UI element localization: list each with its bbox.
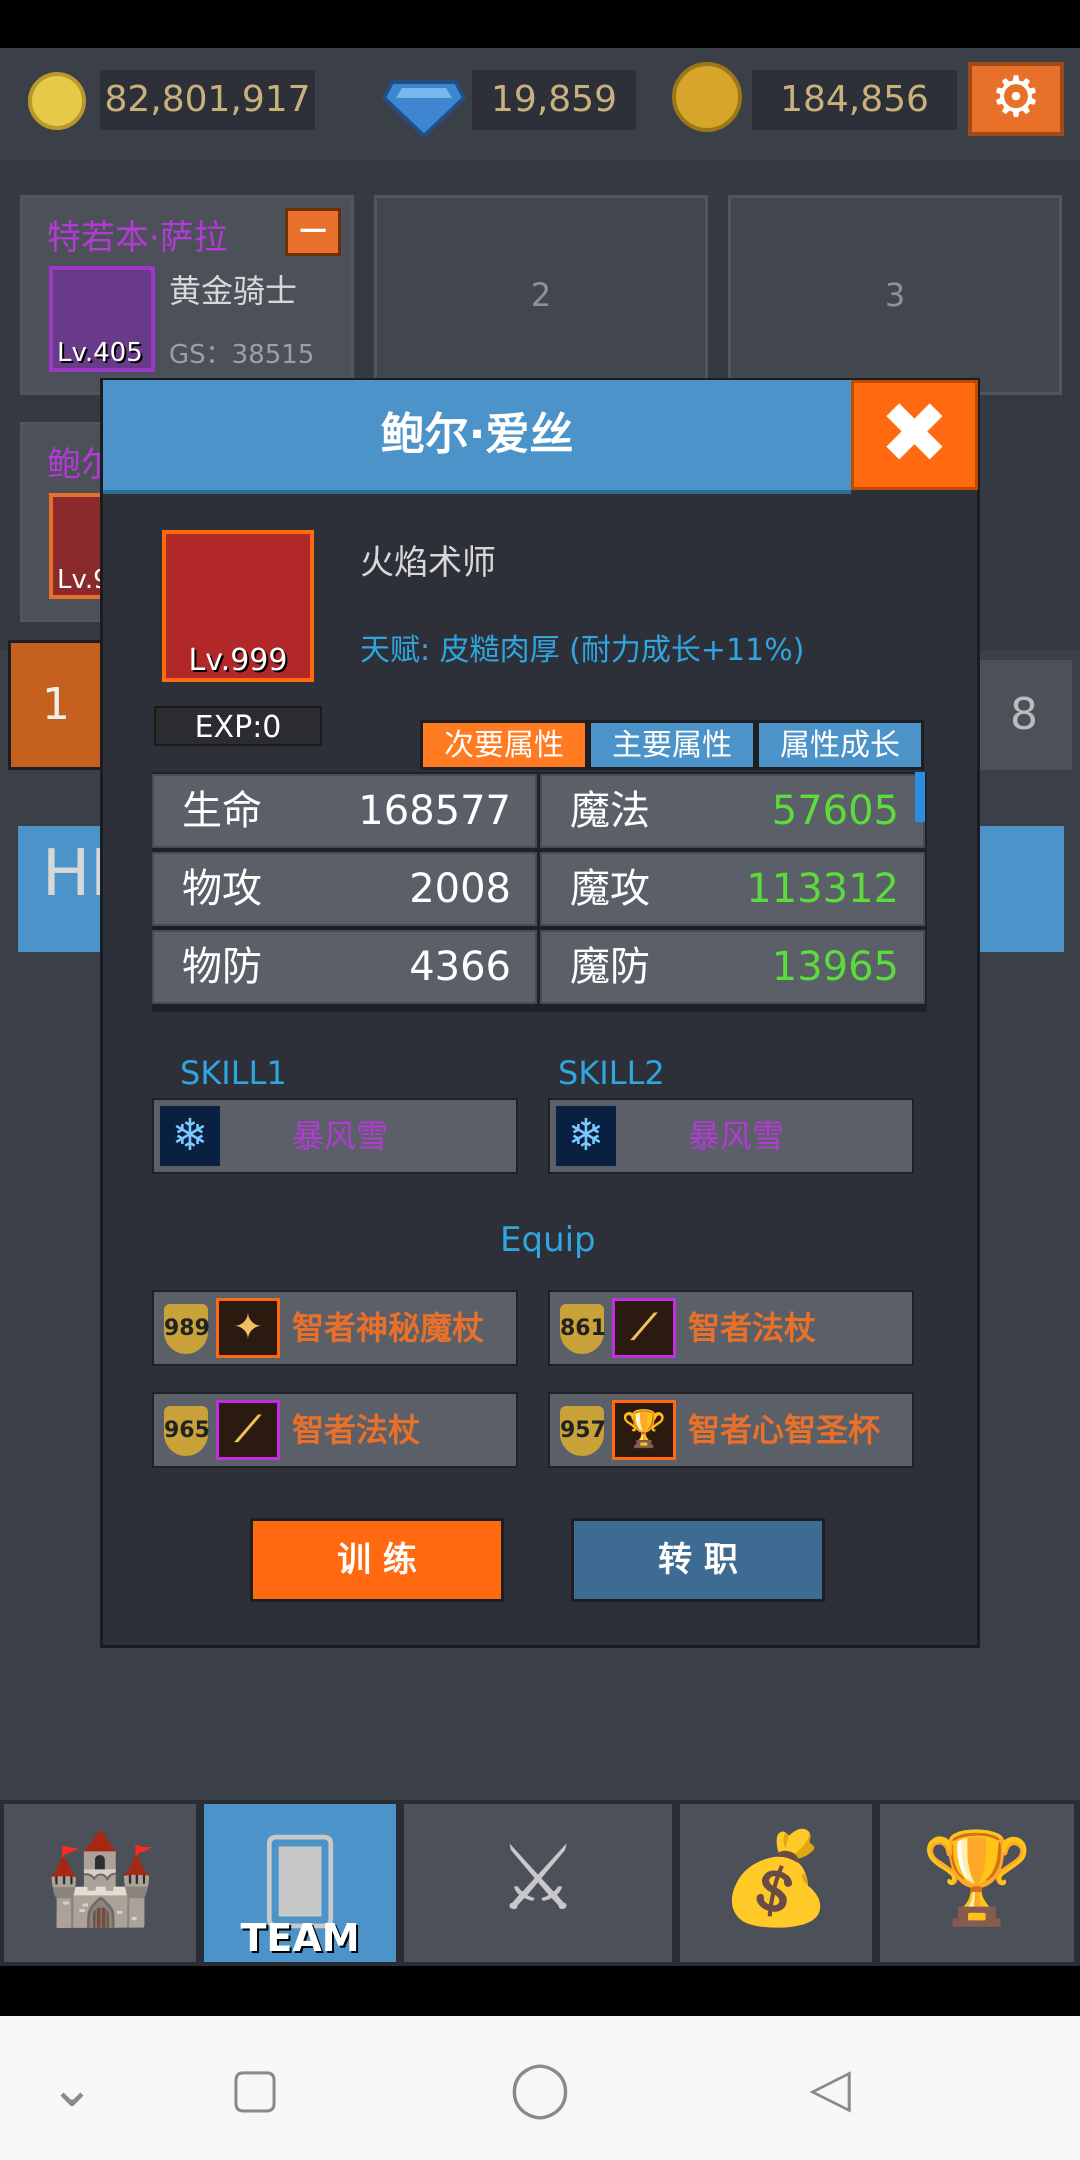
gear-icon: ⚙ [990,65,1042,130]
skill-name: 暴风雪 [688,1117,785,1155]
skill-name: 暴风雪 [292,1117,389,1155]
nav-castle[interactable]: 🏰 [2,1802,198,1964]
status-bar [0,0,1080,48]
skill2-slot[interactable]: ❄ 暴风雪 [548,1098,914,1174]
stat-value: 168577 [358,788,511,834]
remove-hero-button[interactable]: − [285,208,341,256]
team-card-icon: 🂠 [259,1835,341,1928]
equip-name: 智者神秘魔杖 [292,1309,485,1347]
tab-primary-attributes[interactable]: 主要属性 [588,720,756,770]
tab-secondary-attributes[interactable]: 次要属性 [420,720,588,770]
trophy-icon: 🏆 [920,1826,1034,1931]
collapse-icon[interactable]: ⌄ [22,2040,122,2136]
equip-name: 智者法杖 [292,1411,421,1449]
stat-value: 57605 [771,788,899,834]
skill2-label: SKILL2 [558,1054,665,1092]
hero-level: Lv.405 [57,338,143,368]
chalice-icon: 🏆 [612,1400,676,1460]
stat-value: 13965 [771,944,899,990]
settings-button[interactable]: ⚙ [968,62,1064,136]
chart-panel[interactable] [976,826,1064,952]
train-button[interactable]: 训 练 [250,1518,504,1602]
gold-amount: 82,801,917 [100,70,315,130]
blizzard-icon: ❄ [556,1106,616,1166]
hi-panel: HI [18,826,109,952]
portrait-level: Lv.999 [188,643,288,678]
blizzard-icon: ❄ [160,1106,220,1166]
transfer-button[interactable]: 转 职 [571,1518,825,1602]
stat-label: 生命 [182,788,262,834]
gem-amount: 19,859 [472,70,636,130]
stat-label: 魔攻 [570,866,650,912]
team-slot-2[interactable]: 2 [374,195,708,395]
stat-value: 4366 [409,944,511,990]
equip-level-badge: 965 [164,1406,210,1456]
gold-coin-icon [28,72,86,130]
gem-icon [381,74,467,142]
nav-bag[interactable]: 💰 [678,1802,874,1964]
medal-icon [672,62,742,132]
hero-name: 特若本·萨拉 [47,218,228,258]
equip-slot-4[interactable]: 957 🏆 智者心智圣杯 [548,1392,914,1468]
close-button[interactable]: ✖ [851,380,978,490]
stat-magic-defense: 魔防 13965 [540,930,925,1004]
stats-scrollbar[interactable] [915,772,925,822]
black-band [0,1966,1080,2016]
nav-trophy[interactable]: 🏆 [878,1802,1076,1964]
hero-talent: 天赋: 皮糙肉厚 (耐力成长+11%) [360,633,805,668]
recent-apps-icon[interactable]: ▢ [205,2040,305,2136]
staff-icon: ⟋ [216,1400,280,1460]
magic-wand-icon: ✦ [216,1298,280,1358]
staff-icon: ⟋ [612,1298,676,1358]
hero-class-name: 火焰术师 [360,543,496,583]
crossed-swords-icon: ⚔ [497,1826,579,1931]
nav-battle[interactable]: ⚔ [402,1802,674,1964]
skill1-label: SKILL1 [180,1054,287,1092]
stat-label: 物攻 [182,866,262,912]
hero-portrait-large: Lv.999 [162,530,314,682]
team-label: TEAM [240,1916,360,1960]
exp-bar: EXP:0 [154,706,322,746]
equip-level-badge: 957 [560,1406,606,1456]
medal-amount: 184,856 [752,70,957,130]
hero-gs: GS：38515 [169,340,315,370]
equip-slot-2[interactable]: 861 ⟋ 智者法杖 [548,1290,914,1366]
home-icon[interactable]: ◯ [490,2040,590,2136]
equip-name: 智者心智圣杯 [688,1411,881,1449]
stat-value: 113312 [746,866,899,912]
close-icon: ✖ [879,384,950,482]
nav-team[interactable]: 🂠 TEAM [202,1802,398,1964]
stat-physical-attack: 物攻 2008 [152,852,537,926]
equip-slot-3[interactable]: 965 ⟋ 智者法杖 [152,1392,518,1468]
stat-hp: 生命 168577 [152,774,537,848]
stat-physical-defense: 物防 4366 [152,930,537,1004]
equip-title: Equip [500,1220,596,1260]
tab-attribute-growth[interactable]: 属性成长 [756,720,924,770]
hero-class: 黄金骑士 [169,272,298,310]
stat-magic-attack: 魔攻 113312 [540,852,925,926]
equip-name: 智者法杖 [688,1309,817,1347]
stat-label: 物防 [182,944,262,990]
back-icon[interactable]: ◁ [780,2040,880,2136]
castle-icon: 🏰 [43,1826,157,1931]
equip-level-badge: 989 [164,1304,210,1354]
stat-mp: 魔法 57605 [540,774,925,848]
equip-level-badge: 861 [560,1304,606,1354]
stat-label: 魔法 [570,788,650,834]
hero-portrait: Lv.405 [49,266,155,372]
modal-title: 鲍尔·爱丝 [103,380,851,494]
equip-slot-1[interactable]: 989 ✦ 智者神秘魔杖 [152,1290,518,1366]
loot-bag-icon: 💰 [719,1826,833,1931]
skill1-slot[interactable]: ❄ 暴风雪 [152,1098,518,1174]
stat-value: 2008 [409,866,511,912]
stage-tile-right[interactable]: 8 [976,660,1072,770]
team-slot-3[interactable]: 3 [728,195,1062,395]
stage-tile-left[interactable]: 1 [8,640,104,770]
team-slot-1[interactable]: 特若本·萨拉 − Lv.405 黄金骑士 GS：38515 [20,195,354,395]
stat-label: 魔防 [570,944,650,990]
